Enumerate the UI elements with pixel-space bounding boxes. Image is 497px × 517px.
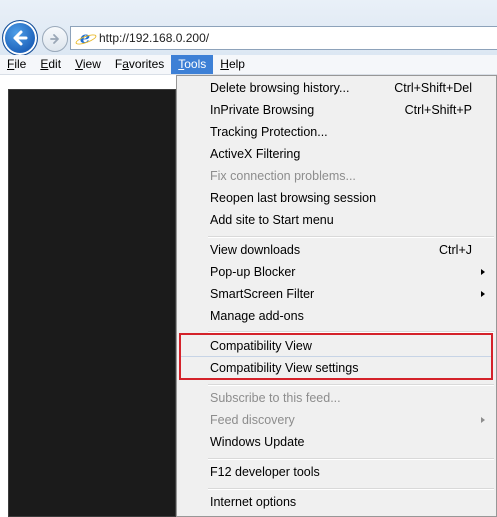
menu-tools[interactable]: Tools [171,55,214,74]
menu-item-label: Compatibility View settings [210,361,359,375]
menu-item-label: Fix connection problems... [210,169,356,183]
dark-page-area [8,89,176,517]
menu-bar: File Edit View Favorites Tools Help [0,55,497,75]
menu-add-site-to-start[interactable]: Add site to Start menu [179,209,494,231]
menu-view[interactable]: View [68,55,108,74]
menu-item-label: Tracking Protection... [210,125,328,139]
menu-item-label: InPrivate Browsing [210,103,315,117]
menu-manage-addons[interactable]: Manage add-ons [179,305,494,327]
menu-favorites[interactable]: Favorites [108,55,171,74]
submenu-arrow-icon [481,291,485,297]
forward-arrow-icon [50,34,59,44]
menu-smartscreen-filter[interactable]: SmartScreen Filter [179,283,494,305]
menu-separator [208,458,494,460]
menu-file[interactable]: File [0,55,33,74]
menu-item-label: F12 developer tools [210,465,320,479]
menu-item-label: Delete browsing history... [210,81,350,95]
menu-item-label: SmartScreen Filter [210,287,315,301]
menu-compatibility-view[interactable]: Compatibility View [179,335,494,357]
menu-item-label: Manage add-ons [210,309,304,323]
menu-feed-discovery: Feed discovery [179,409,494,431]
menu-f12-developer-tools[interactable]: F12 developer tools [179,461,494,483]
menu-subscribe-to-feed: Subscribe to this feed... [179,387,494,409]
address-bar[interactable]: e [70,26,497,50]
submenu-arrow-icon [481,417,485,423]
back-arrow-icon [13,30,28,46]
menu-mnemonic: a [122,57,129,71]
menu-item-label: Reopen last browsing session [210,191,377,205]
menu-item-label: Windows Update [210,435,305,449]
menu-reopen-last-session[interactable]: Reopen last browsing session [179,187,494,209]
menu-label-part: dit [48,57,62,71]
page-content [0,75,176,517]
menu-compatibility-view-settings[interactable]: Compatibility View settings [179,357,494,379]
menu-item-label: Pop-up Blocker [210,265,296,279]
menu-item-label: Feed discovery [210,413,295,427]
browser-toolbar: e [0,0,497,56]
menu-item-label: Internet options [210,495,297,509]
menu-item-shortcut: Ctrl+J [439,243,472,257]
menu-separator [208,331,494,333]
menu-popup-blocker[interactable]: Pop-up Blocker [179,261,494,283]
menu-delete-browsing-history[interactable]: Delete browsing history... Ctrl+Shift+De… [179,77,494,99]
menu-label-part: ile [14,57,27,71]
menu-mnemonic: V [75,57,83,71]
menu-fix-connection-problems: Fix connection problems... [179,165,494,187]
menu-view-downloads[interactable]: View downloads Ctrl+J [179,239,494,261]
submenu-arrow-icon [481,269,485,275]
menu-item-label: View downloads [210,243,301,257]
forward-button[interactable] [42,26,68,52]
menu-label-part: ools [184,57,207,71]
menu-item-label: Add site to Start menu [210,213,334,227]
menu-item-label: ActiveX Filtering [210,147,301,161]
back-button[interactable] [2,20,38,56]
menu-windows-update[interactable]: Windows Update [179,431,494,453]
menu-label-part: vorites [128,57,165,71]
url-input[interactable] [99,31,479,45]
menu-separator [208,488,494,490]
menu-item-label: Subscribe to this feed... [210,391,341,405]
ie-page-icon: e [77,30,93,46]
menu-separator [208,236,494,238]
menu-inprivate-browsing[interactable]: InPrivate Browsing Ctrl+Shift+P [179,99,494,121]
menu-tracking-protection[interactable]: Tracking Protection... [179,121,494,143]
menu-mnemonic: H [220,57,229,71]
menu-item-shortcut: Ctrl+Shift+Del [394,81,472,95]
menu-item-label: Compatibility View [210,339,312,353]
menu-label-part: iew [82,57,101,71]
menu-help[interactable]: Help [213,55,252,74]
menu-separator [208,384,494,386]
menu-edit[interactable]: Edit [33,55,68,74]
menu-activex-filtering[interactable]: ActiveX Filtering [179,143,494,165]
menu-label-part: elp [228,57,245,71]
menu-item-shortcut: Ctrl+Shift+P [404,103,472,117]
menu-internet-options[interactable]: Internet options [179,491,494,513]
tools-dropdown-menu: Delete browsing history... Ctrl+Shift+De… [176,75,497,517]
